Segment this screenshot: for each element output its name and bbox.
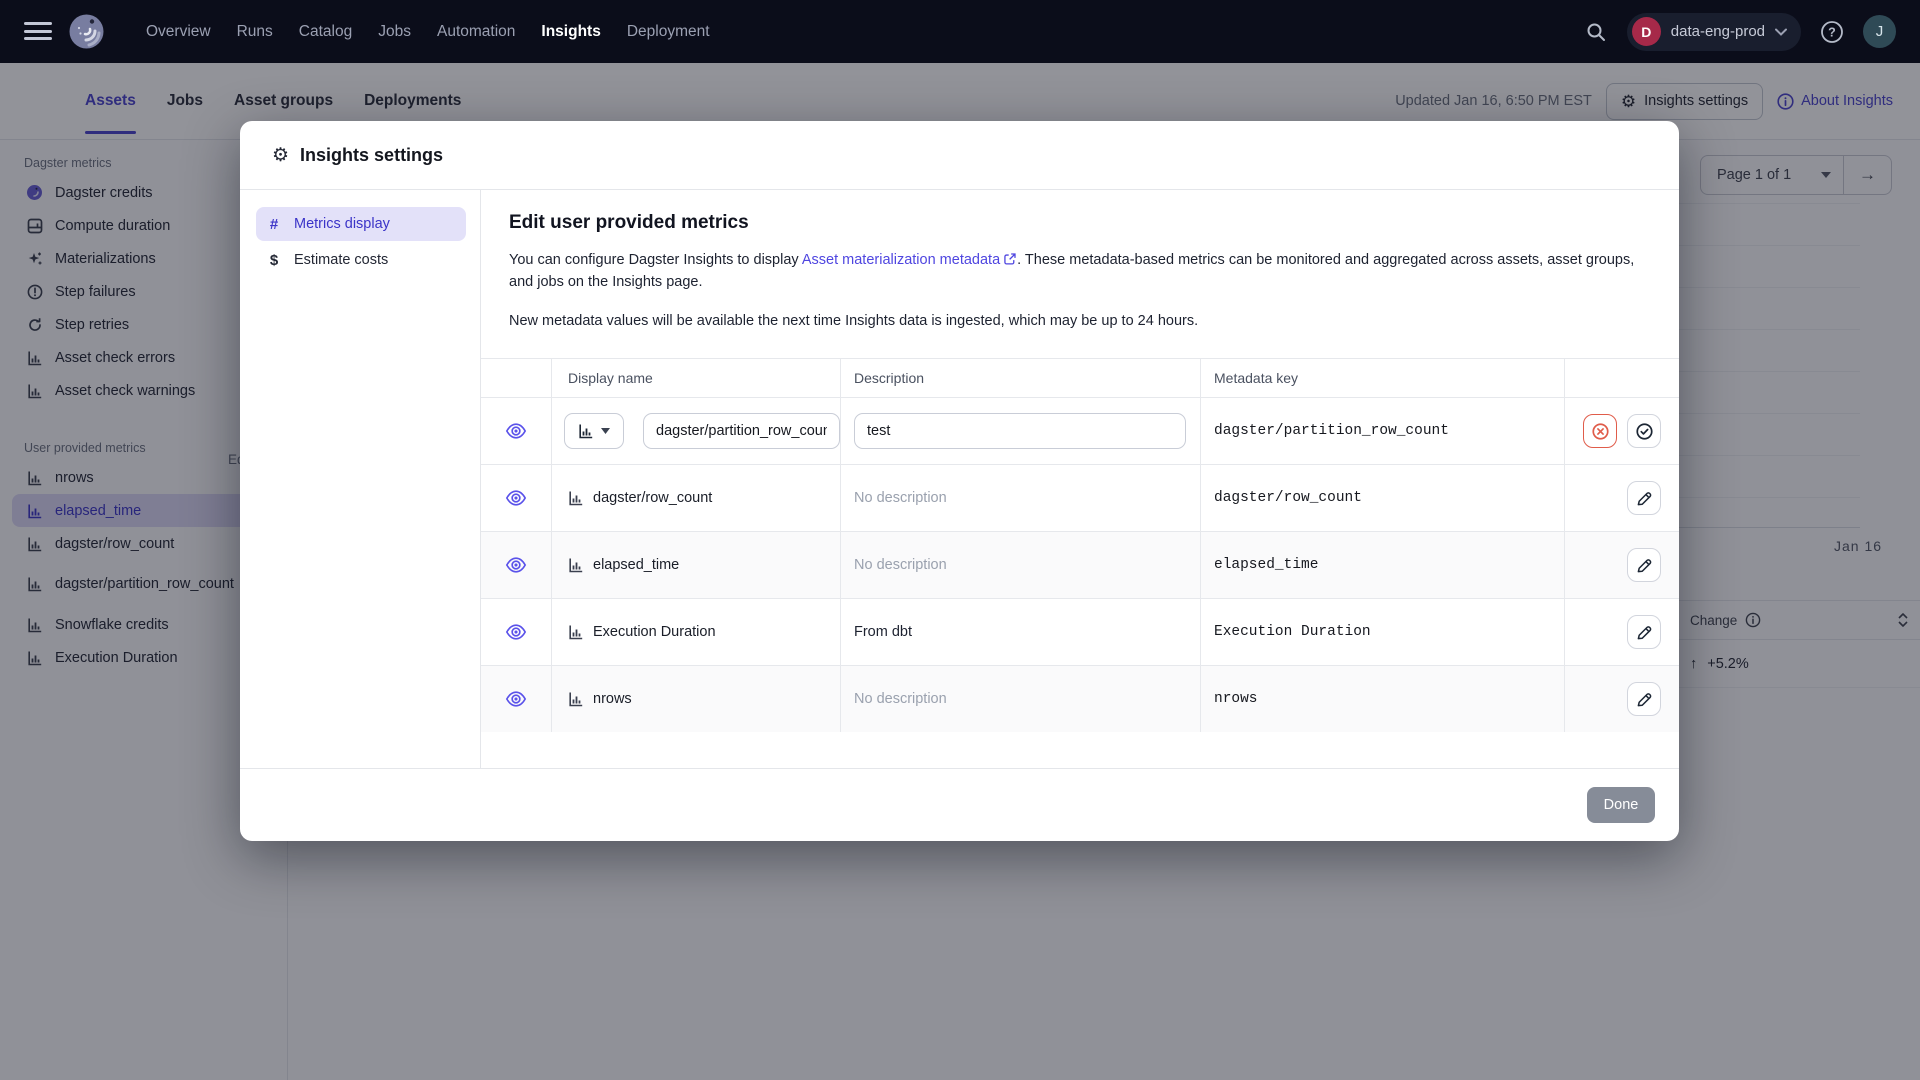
eye-icon [505, 624, 527, 640]
metric-display-name: elapsed_time [593, 557, 680, 573]
caret-down-icon [601, 428, 610, 434]
chart-type-dropdown[interactable] [564, 413, 624, 449]
table-header-row: Display name Description Metadata key [481, 359, 1679, 397]
col-header-description: Description [840, 359, 1200, 397]
eye-icon [505, 490, 527, 506]
col-header-metadata-key: Metadata key [1200, 359, 1564, 397]
nav-item-runs[interactable]: Runs [237, 23, 273, 41]
dialog-header: ⚙ Insights settings [240, 121, 1679, 190]
metric-display-name: dagster/row_count [593, 490, 713, 506]
visibility-toggle[interactable] [499, 548, 533, 582]
table-row: nrows No description nrows [481, 665, 1679, 732]
metric-description: No description [854, 557, 947, 573]
metrics-table: Display name Description Metadata key da… [481, 358, 1679, 732]
nav-item-insights[interactable]: Insights [541, 23, 600, 41]
bar-chart-icon [569, 558, 583, 573]
display-name-input[interactable] [643, 413, 840, 449]
confirm-edit-button[interactable] [1627, 414, 1661, 448]
metric-display-name: nrows [593, 691, 632, 707]
pencil-icon [1637, 692, 1651, 706]
nav-item-automation[interactable]: Automation [437, 23, 515, 41]
metric-display-name: Execution Duration [593, 624, 716, 640]
gear-icon: ⚙ [272, 144, 290, 166]
metric-description: From dbt [854, 624, 913, 640]
dialog-title: Insights settings [300, 144, 444, 165]
insights-settings-dialog: ⚙ Insights settings # Metrics display $ … [240, 121, 1679, 841]
asset-materialization-metadata-link[interactable]: Asset materialization metadata [802, 252, 1017, 268]
pencil-icon [1637, 491, 1651, 505]
pencil-icon [1637, 625, 1651, 639]
intro-paragraph: You can configure Dagster Insights to di… [509, 249, 1649, 293]
search-icon[interactable] [1581, 17, 1611, 47]
visibility-toggle[interactable] [499, 682, 533, 716]
eye-icon [505, 691, 527, 707]
edit-metric-button[interactable] [1627, 548, 1661, 582]
nav-item-catalog[interactable]: Catalog [299, 23, 352, 41]
link-label: Asset materialization metadata [801, 252, 1001, 268]
eye-icon [505, 423, 527, 439]
settings-nav-metrics-display[interactable]: # Metrics display [256, 207, 466, 241]
metadata-key: dagster/partition_row_count [1200, 398, 1564, 464]
metadata-key: elapsed_time [1200, 532, 1564, 598]
table-row: Execution Duration From dbt Execution Du… [481, 598, 1679, 665]
top-navigation: Overview Runs Catalog Jobs Automation In… [0, 0, 1920, 63]
note-paragraph: New metadata values will be available th… [509, 313, 1199, 329]
chevron-down-icon [1775, 28, 1787, 36]
done-button[interactable]: Done [1587, 787, 1655, 823]
cancel-edit-button[interactable] [1583, 414, 1617, 448]
nav-item-overview[interactable]: Overview [146, 23, 211, 41]
circle-x-icon [1591, 422, 1609, 440]
pencil-icon [1637, 558, 1651, 572]
metadata-key: nrows [1200, 666, 1564, 732]
description-input[interactable] [854, 413, 1186, 449]
deployment-name: data-eng-prod [1670, 23, 1765, 40]
metadata-key: dagster/row_count [1200, 465, 1564, 531]
topnav-right-cluster: D data-eng-prod ? J [1581, 0, 1896, 63]
dagster-logo[interactable] [64, 9, 109, 54]
settings-content: Edit user provided metrics You can confi… [481, 190, 1679, 768]
edit-metric-button[interactable] [1627, 615, 1661, 649]
table-row: dagster/row_count No description dagster… [481, 464, 1679, 531]
metadata-key: Execution Duration [1200, 599, 1564, 665]
nav-item-jobs[interactable]: Jobs [378, 23, 411, 41]
menu-icon[interactable] [24, 19, 52, 43]
deployment-switcher[interactable]: D data-eng-prod [1626, 12, 1801, 51]
deployment-badge: D [1631, 17, 1661, 46]
metric-description: No description [854, 490, 947, 506]
bar-chart-icon [569, 692, 583, 707]
table-row: elapsed_time No description elapsed_time [481, 531, 1679, 598]
hash-icon: # [269, 215, 279, 233]
content-heading: Edit user provided metrics [509, 212, 749, 233]
bar-chart-icon [579, 424, 593, 439]
bar-chart-icon [569, 491, 583, 506]
dialog-footer: Done [240, 768, 1679, 841]
primary-nav: Overview Runs Catalog Jobs Automation In… [146, 0, 710, 63]
help-icon[interactable]: ? [1817, 17, 1847, 47]
edit-metric-button[interactable] [1627, 481, 1661, 515]
svg-text:?: ? [1828, 25, 1836, 39]
col-header-display-name: Display name [551, 359, 840, 397]
edit-metric-button[interactable] [1627, 682, 1661, 716]
settings-nav: # Metrics display $ Estimate costs [240, 190, 480, 768]
visibility-toggle[interactable] [499, 414, 533, 448]
eye-icon [505, 557, 527, 573]
external-link-icon [1004, 253, 1016, 265]
settings-nav-label: Metrics display [294, 216, 390, 232]
dollar-icon: $ [269, 251, 279, 269]
visibility-toggle[interactable] [499, 615, 533, 649]
table-row-editing: dagster/partition_row_count [481, 397, 1679, 464]
visibility-toggle[interactable] [499, 481, 533, 515]
intro-text: You can configure Dagster Insights to di… [509, 252, 802, 268]
bar-chart-icon [569, 625, 583, 640]
settings-nav-label: Estimate costs [294, 252, 389, 268]
user-avatar[interactable]: J [1863, 15, 1896, 48]
settings-nav-estimate-costs[interactable]: $ Estimate costs [256, 243, 466, 277]
nav-item-deployment[interactable]: Deployment [627, 23, 710, 41]
circle-check-icon [1635, 422, 1653, 440]
metric-description: No description [854, 691, 947, 707]
